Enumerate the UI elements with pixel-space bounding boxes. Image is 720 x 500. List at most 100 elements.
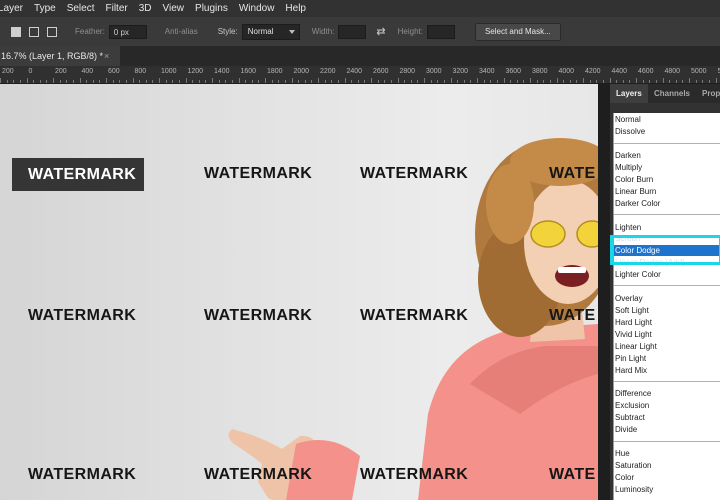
intersect-selection-icon[interactable] [47,26,57,37]
ruler-tick [212,78,213,83]
ruler-minor-tick [139,80,141,83]
blend-option-lighten[interactable]: Lighten [615,223,641,232]
blend-option-saturation[interactable]: Saturation [615,461,651,470]
ruler-tick [238,78,240,83]
horizontal-ruler[interactable]: 200 0 200 400 600 800 1000 1200 1400 1600 1800 2000… [0,66,720,84]
watermark-text: WATERMARK [28,466,137,483]
ruler-label: 2800 [399,68,416,75]
menu-type[interactable]: Type [34,0,56,17]
ruler-minor-tick [225,80,227,83]
ruler-minor-tick [642,80,644,83]
ruler-minor-tick [384,80,386,83]
ruler-minor-tick [39,80,41,83]
separator [614,285,720,286]
blend-option-color-burn[interactable]: Color Burn [615,175,653,184]
ruler-minor-tick [324,80,326,83]
ruler-minor-tick [622,80,624,83]
ruler-minor-tick [278,80,280,83]
ruler-minor-tick [417,80,419,83]
ruler-minor-tick [172,80,174,83]
antialias-checkbox[interactable]: Anti-alias [165,27,198,36]
tab-layers[interactable]: Layers [610,84,648,103]
blend-mode-dropdown[interactable]: Normal Dissolve Darken Multiply Color Bu… [613,113,720,500]
blend-option-color[interactable]: Color [615,473,634,482]
ruler-minor-tick [46,80,48,83]
blend-option-linear-light[interactable]: Linear Light [615,342,657,351]
blend-option-vivid-light[interactable]: Vivid Light [615,330,652,339]
menu-plugins[interactable]: Plugins [195,0,228,17]
ruler-minor-tick [569,80,571,83]
ruler-minor-tick [404,80,406,83]
ruler-tick [450,78,452,83]
width-input[interactable] [338,24,367,39]
ruler-tick [318,78,319,83]
blend-option-normal[interactable]: Normal [615,115,641,124]
ruler-tick [185,78,187,83]
ruler-minor-tick [205,80,207,83]
blend-option-hard-mix[interactable]: Hard Mix [615,366,647,375]
ruler-label: 2400 [346,68,363,75]
watermark-boxed: WATERMARK [12,158,144,191]
blend-option-dissolve[interactable]: Dissolve [615,127,645,136]
blend-option-overlay[interactable]: Overlay [615,294,643,303]
height-input[interactable] [426,24,455,39]
separator [614,143,720,144]
ruler-minor-tick [6,80,8,83]
watermark-text: WATERMARK [204,165,313,182]
blend-option-pin-light[interactable]: Pin Light [615,354,646,363]
ruler-minor-tick [112,80,114,83]
menu-3d[interactable]: 3D [139,0,152,17]
blend-option-multiply[interactable]: Multiply [615,163,642,172]
blend-option-hard-light[interactable]: Hard Light [615,318,652,327]
blend-option-soft-light[interactable]: Soft Light [615,306,649,315]
menu-window[interactable]: Window [239,0,275,17]
blend-option-lighter-color[interactable]: Lighter Color [615,270,661,279]
ruler-tick [344,78,346,83]
ruler-tick [26,78,28,83]
ruler-minor-tick [655,80,657,83]
select-and-mask-button[interactable]: Select and Mask... [474,22,561,41]
document-tab[interactable]: 16.7% (Layer 1, RGB/8) * × [0,46,120,66]
blend-option-subtract[interactable]: Subtract [615,413,645,422]
menu-select[interactable]: Select [67,0,95,17]
watermark-text: WATERMARK [360,466,469,483]
add-selection-icon[interactable] [29,26,39,37]
blend-option-darker-color[interactable]: Darker Color [615,199,660,208]
blend-option-exclusion[interactable]: Exclusion [615,401,649,410]
ruler-minor-tick [410,80,412,83]
close-icon[interactable]: × [104,46,109,66]
canvas[interactable]: WATERMARK WATERMARK WATERMARK WATE WATER… [0,84,598,500]
ruler-minor-tick [649,80,651,83]
swap-icon[interactable]: ⇄ [376,25,385,38]
ruler-tick [265,78,266,83]
menu-view[interactable]: View [163,0,185,17]
blend-option-luminosity[interactable]: Luminosity [615,485,653,494]
menu-layer[interactable]: Layer [0,0,23,17]
ruler-tick [132,78,134,83]
ruler-tick [556,78,558,83]
blend-option-difference[interactable]: Difference [615,389,651,398]
photo-person [228,138,598,500]
separator [614,441,720,442]
menu-help[interactable]: Help [285,0,306,17]
ruler-minor-tick [66,80,68,83]
ruler-minor-tick [245,80,247,83]
blend-option-divide[interactable]: Divide [615,425,637,434]
style-select[interactable]: Normal [241,23,300,40]
ruler-minor-tick [702,80,704,83]
blend-option-darken[interactable]: Darken [615,151,641,160]
tab-channels[interactable]: Channels [654,84,690,103]
ruler-tick [609,78,611,83]
new-selection-icon[interactable] [11,26,21,37]
blend-option-hue[interactable]: Hue [615,449,630,458]
ruler-minor-tick [298,80,300,83]
ruler-minor-tick [357,80,359,83]
ruler-label: 4400 [611,68,628,75]
ruler-minor-tick [198,80,200,83]
feather-input[interactable]: 0 px [108,24,147,39]
options-bar: Feather: 0 px Anti-alias Style: Normal W… [0,17,720,46]
blend-option-linear-burn[interactable]: Linear Burn [615,187,656,196]
ruler-minor-tick [33,80,35,83]
tab-properties[interactable]: Prop [702,84,720,103]
menu-filter[interactable]: Filter [106,0,128,17]
